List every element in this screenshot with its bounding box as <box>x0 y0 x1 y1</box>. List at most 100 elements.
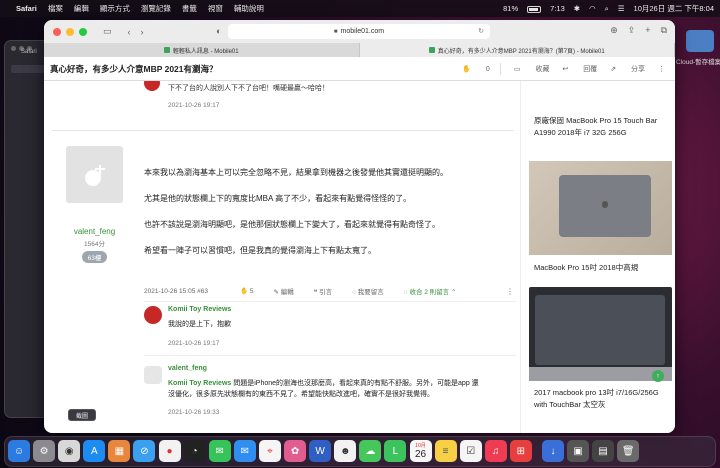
calendar-icon[interactable]: 10月 26 <box>409 440 432 462</box>
menu-view[interactable]: 顯示方式 <box>100 3 130 14</box>
pdf-icon[interactable]: ⊞ <box>509 440 532 462</box>
quote-button[interactable]: ❝ 引言 <box>314 286 332 296</box>
privacy-shield-icon[interactable]: ◐ <box>216 26 221 36</box>
collapse-comments-label: 收合 2 則留言 <box>409 289 450 296</box>
music-icon[interactable]: ♫ <box>484 440 507 462</box>
dock-tooltip: 截圖 <box>68 409 96 421</box>
new-tab-icon[interactable]: + <box>645 25 650 36</box>
post-username[interactable]: valent_feng <box>66 227 123 236</box>
scroll-top-button[interactable]: ↑ <box>652 370 664 382</box>
back-icon[interactable]: ‹ <box>128 27 131 37</box>
safari-icon[interactable]: ⊘ <box>133 440 156 462</box>
menu-help[interactable]: 輔助說明 <box>234 3 264 14</box>
avatar[interactable] <box>144 366 162 384</box>
activity-monitor-icon[interactable]: ◔ <box>183 440 206 462</box>
recent-app-icon[interactable]: ▣ <box>567 440 590 462</box>
clock-short[interactable]: 7:13 <box>550 4 565 13</box>
menu-file[interactable]: 檔案 <box>48 3 63 14</box>
menu-window[interactable]: 視窗 <box>208 3 223 14</box>
post-like-button[interactable]: ✋ 5 <box>240 287 254 295</box>
trash-icon[interactable]: 🗑 <box>617 440 640 462</box>
word-icon[interactable]: W <box>309 440 332 462</box>
bookmark-button[interactable]: ▭ 收藏 <box>514 64 550 74</box>
related-sidebar: 原廠保固 MacBook Pro 15 Touch Bar A1990 2018… <box>520 81 675 433</box>
floor-badge: 63樓 <box>82 251 107 263</box>
browser-window: ▭ ‹ › ◐ ■ mobile01.com ↻ ⊕ ⇪ + ⧉ 輕輕私人訊息 … <box>44 20 675 433</box>
sidebar-toggle-icon[interactable]: ▭ <box>103 26 112 37</box>
messages-icon[interactable]: ✉ <box>208 440 231 462</box>
post-paragraph: 也許不該說是瀏海明顯吧，是他那個狀態欄上下變大了，看起來就覺得有點奇怪了。 <box>144 220 440 229</box>
address-bar[interactable]: ■ mobile01.com ↻ <box>228 24 490 39</box>
close-window-button[interactable] <box>53 27 61 36</box>
menu-edit[interactable]: 編輯 <box>74 3 89 14</box>
system-preferences-icon[interactable]: ⚙ <box>33 440 56 462</box>
bluetooth-icon[interactable]: ✱ <box>574 4 580 13</box>
comment-author[interactable]: Komii Toy Reviews <box>168 306 231 313</box>
menu-app-name[interactable]: Safari <box>16 4 37 13</box>
avatar[interactable] <box>144 81 160 91</box>
share-icon[interactable]: ⇪ <box>628 25 636 36</box>
reply-label: 回覆 <box>583 66 598 73</box>
downloads-icon[interactable]: ⊕ <box>610 25 618 36</box>
desktop-folder-icon[interactable] <box>686 30 714 52</box>
avatar[interactable] <box>66 146 123 203</box>
window-controls <box>53 27 87 36</box>
zoom-window-button[interactable] <box>79 27 87 36</box>
desktop-folder-label[interactable]: Cloud-暫存檔案 <box>676 56 720 66</box>
comment-button[interactable]: ◌ 我要留言 <box>352 286 384 296</box>
chrome-icon[interactable]: ● <box>158 440 181 462</box>
downloads-folder-icon[interactable]: ↓ <box>541 440 564 462</box>
reply-button[interactable]: ↩ 回覆 <box>562 64 597 74</box>
notes-icon[interactable]: ≡ <box>434 440 457 462</box>
menu-bar: Safari 檔案 編輯 顯示方式 瀏覽記錄 書籤 視窗 輔助說明 81% 7:… <box>0 0 720 17</box>
prev-reply-date: 2021-10-26 19:17 <box>168 102 220 109</box>
control-center-icon[interactable]: ☰ <box>618 4 625 13</box>
battery-icon[interactable] <box>527 4 542 13</box>
contacts-icon[interactable]: ☻ <box>334 440 357 462</box>
collapse-comments-button[interactable]: ◌ 收合 2 則留言 ⌃ <box>404 286 457 296</box>
more-icon[interactable]: ⋮ <box>658 65 665 73</box>
tab-current-thread[interactable]: 真心好奇，有多少人介意MBP 2021有瀏海？(第7頁) - Mobile01 <box>359 43 675 57</box>
mail-icon[interactable]: ✉ <box>233 440 256 462</box>
post-date: 2021-10-26 15:05 #63 <box>144 287 208 295</box>
forward-icon[interactable]: › <box>141 27 144 37</box>
comment-quote-name[interactable]: Komii Toy Reviews <box>168 380 231 387</box>
minimize-window-button[interactable] <box>66 27 74 36</box>
like-count: 0 <box>485 66 490 73</box>
related-item-title[interactable]: MacBook Pro 15吋 2018中高規 <box>534 262 674 274</box>
edit-button[interactable]: ✎ 編輯 <box>274 286 294 296</box>
related-item-title[interactable]: 2017 macbook pro 13吋 i7/16G/256G with To… <box>534 387 674 411</box>
menu-history[interactable]: 瀏覽記錄 <box>141 3 171 14</box>
window-stack-icon[interactable]: ▤ <box>592 440 615 462</box>
more-icon[interactable]: ⋮ <box>506 287 514 296</box>
user-score: 1564分 <box>84 241 105 248</box>
wifi-icon[interactable]: ◠ <box>589 4 596 13</box>
reload-icon[interactable]: ↻ <box>478 27 484 35</box>
share-button[interactable]: ⇗ 分享 <box>610 64 645 74</box>
maps-icon[interactable]: ⌖ <box>258 440 281 462</box>
tab-private-messages[interactable]: 輕輕私人訊息 - Mobile01 <box>44 43 360 57</box>
laptop-image <box>529 161 672 255</box>
comment-author[interactable]: valent_feng <box>168 365 207 372</box>
menubar-datetime[interactable]: 10月26日 週二 下午8:04 <box>634 3 714 14</box>
screenshot-icon[interactable]: ◉ <box>58 440 81 462</box>
launchpad-icon[interactable]: ▦ <box>108 440 131 462</box>
tab-overview-icon[interactable]: ⧉ <box>661 25 667 36</box>
avatar[interactable] <box>144 306 162 324</box>
related-item-title[interactable]: 原廠保固 MacBook Pro 15 Touch Bar A1990 2018… <box>534 115 674 139</box>
related-item-thumbnail[interactable] <box>529 287 672 381</box>
finder-icon[interactable]: ☺ <box>8 440 30 462</box>
search-icon[interactable]: ⌕ <box>605 4 609 14</box>
app-store-icon[interactable]: A <box>83 440 106 462</box>
wechat-icon[interactable]: ☁ <box>359 440 382 462</box>
battery-percent[interactable]: 81% <box>503 4 518 13</box>
related-item-thumbnail[interactable] <box>529 161 672 255</box>
line-icon[interactable]: L <box>384 440 407 462</box>
reminders-icon[interactable]: ☑ <box>459 440 482 462</box>
comment-text: 我說的是上下，抱歉 <box>168 321 231 328</box>
divider <box>499 63 501 75</box>
like-button[interactable]: ✋ 0 <box>462 65 490 73</box>
photos-icon[interactable]: ✿ <box>284 440 307 462</box>
bookmark-label: 收藏 <box>535 66 550 73</box>
menu-bookmarks[interactable]: 書籤 <box>182 3 197 14</box>
